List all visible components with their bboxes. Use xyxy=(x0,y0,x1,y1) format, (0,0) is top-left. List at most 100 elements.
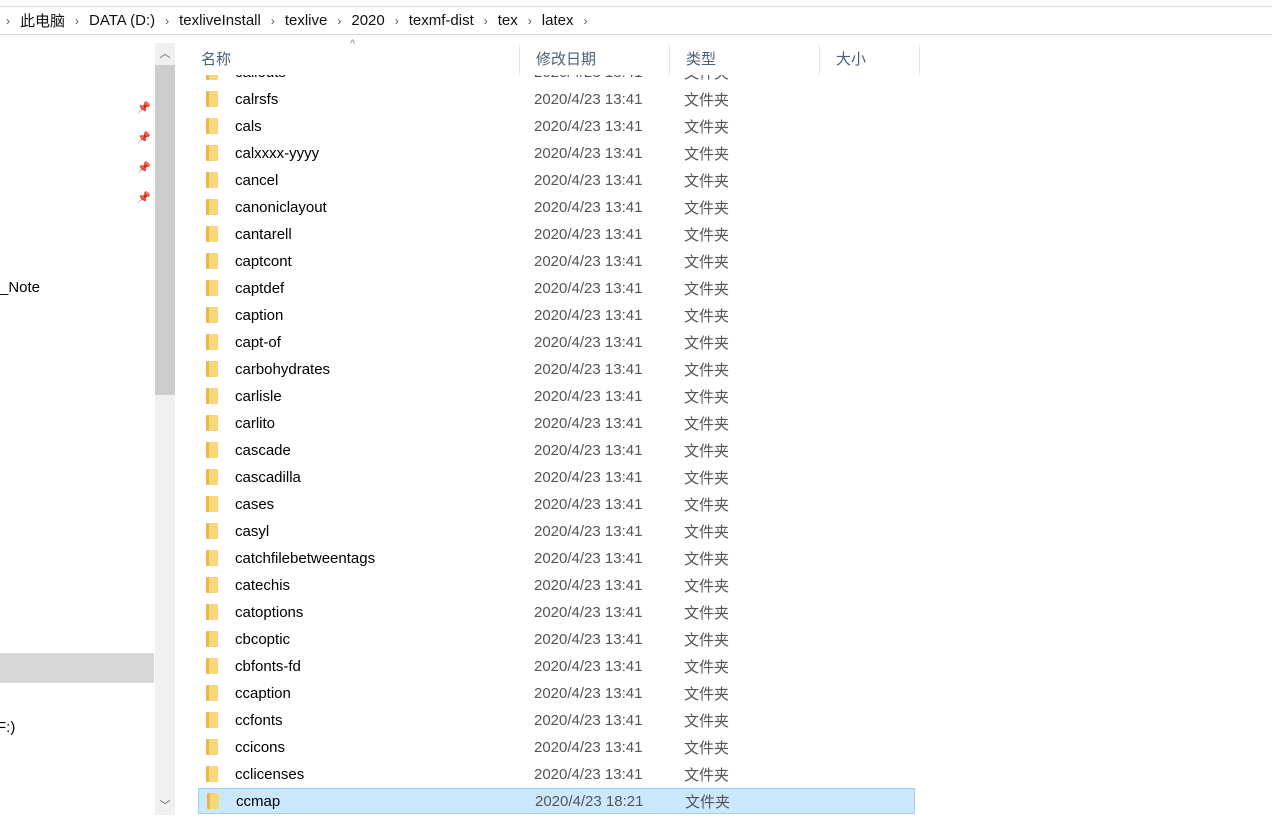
file-name: cascadilla xyxy=(235,468,301,486)
file-row[interactable]: caption 2020/4/23 13:41 文件夹 xyxy=(198,302,915,328)
file-row[interactable]: catchfilebetweentags 2020/4/23 13:41 文件夹 xyxy=(198,545,915,571)
file-date: 2020/4/23 18:21 xyxy=(535,792,644,810)
file-row[interactable]: cantarell 2020/4/23 13:41 文件夹 xyxy=(198,221,915,247)
file-date: 2020/4/23 13:41 xyxy=(534,171,643,189)
file-row[interactable]: cals 2020/4/23 13:41 文件夹 xyxy=(198,113,915,139)
file-row[interactable]: callouts 2020/4/23 13:41 文件夹 xyxy=(198,75,915,85)
file-name: canoniclayout xyxy=(235,198,327,216)
file-row[interactable]: captdef 2020/4/23 13:41 文件夹 xyxy=(198,275,915,301)
file-row[interactable]: captcont 2020/4/23 13:41 文件夹 xyxy=(198,248,915,274)
file-name: cbcoptic xyxy=(235,630,291,648)
file-row[interactable]: catoptions 2020/4/23 13:41 文件夹 xyxy=(198,599,915,625)
file-type: 文件夹 xyxy=(684,712,730,730)
file-row[interactable]: cascade 2020/4/23 13:41 文件夹 xyxy=(198,437,915,463)
file-name: carbohydrates xyxy=(235,360,331,378)
address-bar[interactable]: › 此电脑 › DATA (D:) › texliveInstall › texlive › 20… xyxy=(0,6,1272,35)
file-row[interactable]: calxxxx-yyyy 2020/4/23 13:41 文件夹 xyxy=(198,140,915,166)
scrollbar-thumb[interactable] xyxy=(155,65,175,395)
file-name: cclicenses xyxy=(235,765,305,783)
chevron-right-icon[interactable]: › xyxy=(395,14,399,28)
file-name: captdef xyxy=(235,279,285,297)
sidebar-item-note[interactable]: _Note xyxy=(0,279,40,296)
scroll-up-arrow-icon[interactable]: ︿ xyxy=(155,45,175,61)
chevron-right-icon[interactable]: › xyxy=(6,14,10,28)
file-type: 文件夹 xyxy=(684,172,730,190)
file-row[interactable]: casyl 2020/4/23 13:41 文件夹 xyxy=(198,518,915,544)
breadcrumb-item[interactable]: DATA (D:) xyxy=(89,12,155,29)
chevron-right-icon[interactable]: › xyxy=(337,14,341,28)
folder-icon xyxy=(206,199,218,215)
file-row[interactable]: catechis 2020/4/23 13:41 文件夹 xyxy=(198,572,915,598)
breadcrumb-item[interactable]: texmf-dist xyxy=(409,12,474,29)
file-type: 文件夹 xyxy=(684,361,730,379)
sidebar-item-selected[interactable] xyxy=(0,653,154,683)
breadcrumb-item[interactable]: texlive xyxy=(285,12,328,29)
file-row[interactable]: ccicons 2020/4/23 13:41 文件夹 xyxy=(198,734,915,760)
file-date: 2020/4/23 13:41 xyxy=(534,360,643,378)
folder-icon xyxy=(206,75,218,80)
chevron-right-icon[interactable]: › xyxy=(583,14,587,28)
file-type: 文件夹 xyxy=(684,469,730,487)
file-type: 文件夹 xyxy=(684,75,834,83)
file-name: callouts xyxy=(235,75,534,81)
file-row[interactable]: capt-of 2020/4/23 13:41 文件夹 xyxy=(198,329,915,355)
breadcrumb-item[interactable]: 2020 xyxy=(351,12,384,29)
file-date: 2020/4/23 13:41 xyxy=(534,711,643,729)
file-row[interactable]: ccaption 2020/4/23 13:41 文件夹 xyxy=(198,680,915,706)
file-row[interactable]: cclicenses 2020/4/23 13:41 文件夹 xyxy=(198,761,915,787)
file-row[interactable]: cascadilla 2020/4/23 13:41 文件夹 xyxy=(198,464,915,490)
file-type: 文件夹 xyxy=(684,145,730,163)
folder-icon xyxy=(206,523,218,539)
navigation-pane: 📌 📌 📌 📌 _Note F:) xyxy=(0,43,155,821)
file-row[interactable]: ccfonts 2020/4/23 13:41 文件夹 xyxy=(198,707,915,733)
folder-icon xyxy=(206,685,218,701)
sidebar-scrollbar[interactable]: ︿ ﹀ xyxy=(155,43,175,815)
file-row[interactable]: canoniclayout 2020/4/23 13:41 文件夹 xyxy=(198,194,915,220)
folder-icon xyxy=(206,172,218,188)
chevron-right-icon[interactable]: › xyxy=(165,14,169,28)
breadcrumb-item[interactable]: latex xyxy=(542,12,574,29)
file-date: 2020/4/23 13:41 xyxy=(534,603,643,621)
scroll-down-arrow-icon[interactable]: ﹀ xyxy=(155,797,175,813)
column-header-size[interactable]: 大小 xyxy=(820,45,920,75)
file-type: 文件夹 xyxy=(684,253,730,271)
file-row[interactable]: carbohydrates 2020/4/23 13:41 文件夹 xyxy=(198,356,915,382)
file-date: 2020/4/23 13:41 xyxy=(534,225,643,243)
folder-icon xyxy=(206,226,218,242)
file-type: 文件夹 xyxy=(684,442,730,460)
chevron-right-icon[interactable]: › xyxy=(75,14,79,28)
column-headers: 名称 修改日期 类型 大小 xyxy=(185,45,920,75)
folder-icon xyxy=(206,253,218,269)
folder-icon xyxy=(206,91,218,107)
file-name: catechis xyxy=(235,576,291,594)
breadcrumb-item[interactable]: tex xyxy=(498,12,518,29)
file-date: 2020/4/23 13:41 xyxy=(534,576,643,594)
sidebar-item-drive-f[interactable]: F:) xyxy=(0,719,15,736)
file-name: cancel xyxy=(235,171,279,189)
file-row[interactable]: cancel 2020/4/23 13:41 文件夹 xyxy=(198,167,915,193)
file-list: callouts 2020/4/23 13:41 文件夹 calrsfs 202… xyxy=(185,75,945,821)
file-row[interactable]: ccmap 2020/4/23 18:21 文件夹 xyxy=(198,788,915,814)
file-row[interactable]: carlito 2020/4/23 13:41 文件夹 xyxy=(198,410,915,436)
file-row[interactable]: cbcoptic 2020/4/23 13:41 文件夹 xyxy=(198,626,915,652)
file-row[interactable]: calrsfs 2020/4/23 13:41 文件夹 xyxy=(198,86,915,112)
file-date: 2020/4/23 13:41 xyxy=(534,198,643,216)
folder-icon xyxy=(206,388,218,404)
breadcrumb-item[interactable]: texliveInstall xyxy=(179,12,261,29)
pin-icon: 📌 xyxy=(137,192,151,204)
file-name: ccmap xyxy=(236,792,281,810)
chevron-right-icon[interactable]: › xyxy=(484,14,488,28)
file-date: 2020/4/23 13:41 xyxy=(534,387,643,405)
file-row[interactable]: carlisle 2020/4/23 13:41 文件夹 xyxy=(198,383,915,409)
file-date: 2020/4/23 13:41 xyxy=(534,414,643,432)
column-header-type[interactable]: 类型 xyxy=(670,45,820,75)
chevron-right-icon[interactable]: › xyxy=(528,14,532,28)
file-row[interactable]: cases 2020/4/23 13:41 文件夹 xyxy=(198,491,915,517)
file-row[interactable]: cbfonts-fd 2020/4/23 13:41 文件夹 xyxy=(198,653,915,679)
breadcrumb-item[interactable]: 此电脑 xyxy=(20,10,65,31)
file-date: 2020/4/23 13:41 xyxy=(534,522,643,540)
column-header-date[interactable]: 修改日期 xyxy=(520,45,670,75)
chevron-right-icon[interactable]: › xyxy=(271,14,275,28)
folder-icon xyxy=(206,631,218,647)
file-type: 文件夹 xyxy=(684,226,730,244)
